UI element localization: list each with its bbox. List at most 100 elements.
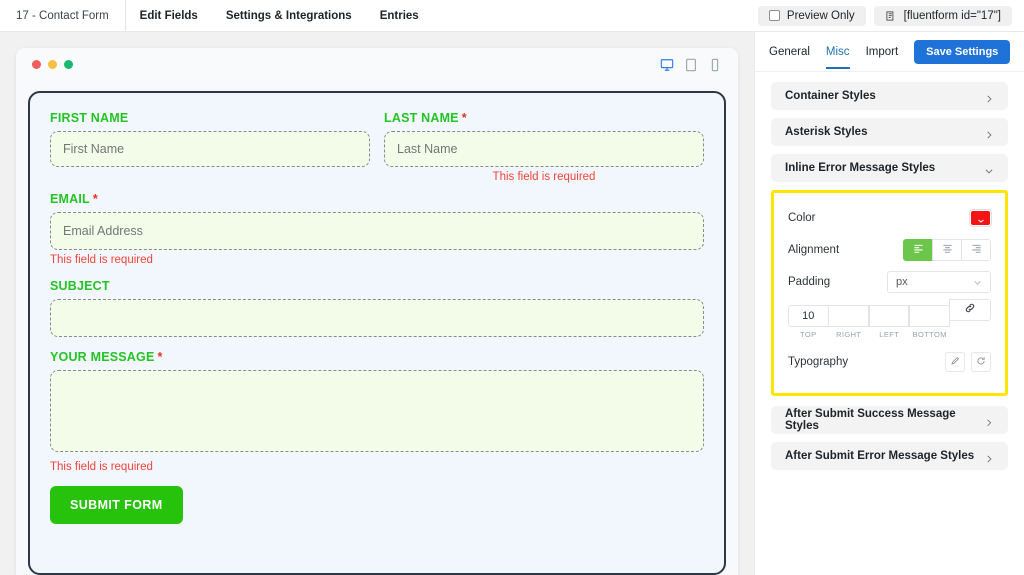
form-title: 17 - Contact Form — [0, 0, 126, 31]
align-center-button[interactable] — [932, 239, 962, 261]
browser-canvas: FIRST NAME LAST NAME* This field is requ… — [16, 81, 738, 575]
label-last-name-text: LAST NAME — [384, 111, 459, 125]
tab-entries[interactable]: Entries — [366, 0, 433, 31]
padding-top-tag: TOP — [800, 330, 817, 339]
padding-bottom-input[interactable] — [909, 305, 950, 327]
top-nav: Edit Fields Settings & Integrations Entr… — [126, 0, 433, 31]
accordion-after-submit-success-message-styles[interactable]: After Submit Success Message Styles — [771, 406, 1008, 434]
label-subject: SUBJECT — [50, 279, 704, 293]
typography-label: Typography — [788, 356, 849, 368]
alignment-row: Alignment — [788, 235, 991, 265]
sidebar-tabs: General Misc Import Save Settings — [755, 32, 1024, 72]
typography-buttons — [945, 352, 991, 372]
padding-left-cell: LEFT — [868, 305, 910, 339]
error-message: This field is required — [50, 461, 153, 473]
field-subject: SUBJECT — [50, 279, 704, 337]
typography-edit-button[interactable] — [945, 352, 965, 372]
input-message[interactable] — [50, 370, 704, 452]
reset-icon — [976, 353, 986, 371]
label-first-name: FIRST NAME — [50, 111, 370, 125]
top-bar: 17 - Contact Form Edit Fields Settings &… — [0, 0, 1024, 32]
chevron-right-icon — [984, 91, 994, 103]
align-right-button[interactable] — [961, 239, 991, 261]
chevron-right-icon — [984, 415, 994, 427]
tab-import[interactable]: Import — [866, 34, 899, 69]
color-row: Color — [788, 203, 991, 233]
top-bar-actions: Preview Only [fluentform id="17"] — [757, 0, 1024, 31]
padding-bottom-tag: BOTTOM — [912, 330, 947, 339]
accordion-inline-error-message-styles-label: Inline Error Message Styles — [785, 162, 936, 174]
color-swatch[interactable] — [970, 210, 991, 226]
field-message: YOUR MESSAGE * This field is required — [50, 350, 704, 473]
required-asterisk: * — [461, 111, 467, 125]
accordion-asterisk-styles-label: Asterisk Styles — [785, 126, 868, 138]
browser-chrome — [16, 48, 738, 81]
pencil-icon — [950, 353, 960, 371]
padding-unit-select[interactable]: px — [887, 271, 991, 293]
contact-form-card: FIRST NAME LAST NAME* This field is requ… — [28, 91, 726, 575]
tab-edit-fields[interactable]: Edit Fields — [126, 0, 212, 31]
padding-unit-value: px — [896, 276, 908, 288]
label-first-name-text: FIRST NAME — [50, 111, 129, 125]
desktop-icon[interactable] — [660, 58, 674, 72]
padding-row: Padding px — [788, 267, 991, 297]
shortcode-text: [fluentform id="17"] — [903, 9, 1001, 22]
chevron-right-icon — [984, 451, 994, 463]
padding-top-input[interactable] — [788, 305, 829, 327]
label-email-text: EMAIL — [50, 192, 90, 206]
mobile-icon[interactable] — [708, 58, 722, 72]
label-email: EMAIL * — [50, 192, 704, 206]
padding-link-button[interactable] — [949, 299, 991, 321]
preview-only-toggle[interactable]: Preview Only — [757, 5, 866, 26]
submit-form-button[interactable]: SUBMIT FORM — [50, 486, 183, 524]
chevron-right-icon — [984, 127, 994, 139]
required-asterisk: * — [157, 350, 163, 364]
body-wrapper: FIRST NAME LAST NAME* This field is requ… — [0, 32, 1024, 575]
padding-left-input[interactable] — [868, 305, 909, 327]
padding-label: Padding — [788, 276, 831, 288]
preview-browser-window: FIRST NAME LAST NAME* This field is requ… — [16, 48, 738, 575]
input-subject[interactable] — [50, 299, 704, 337]
accordion-container-styles[interactable]: Container Styles — [771, 82, 1008, 110]
copy-icon — [885, 10, 897, 22]
settings-sidebar: General Misc Import Save Settings Contai… — [754, 32, 1024, 575]
preview-only-checkbox[interactable] — [768, 10, 780, 21]
alignment-label: Alignment — [788, 244, 840, 256]
padding-right-cell: RIGHT — [828, 305, 870, 339]
padding-top-cell: TOP — [788, 305, 829, 339]
tab-misc[interactable]: Misc — [825, 34, 850, 69]
save-settings-button[interactable]: Save Settings — [914, 39, 1011, 64]
accordion-inline-error-message-styles[interactable]: Inline Error Message Styles — [771, 154, 1008, 182]
required-asterisk: * — [92, 192, 98, 206]
tablet-icon[interactable] — [684, 58, 698, 72]
accordion-asterisk-styles[interactable]: Asterisk Styles — [771, 118, 1008, 146]
form-preview-area: FIRST NAME LAST NAME* This field is requ… — [0, 32, 754, 575]
tab-settings-integrations[interactable]: Settings & Integrations — [212, 0, 366, 31]
input-first-name[interactable] — [50, 131, 370, 167]
chevron-down-icon — [973, 278, 982, 287]
label-message: YOUR MESSAGE * — [50, 350, 704, 364]
field-last-name: LAST NAME* This field is required — [384, 111, 704, 183]
align-left-icon — [913, 241, 924, 259]
padding-right-input[interactable] — [828, 305, 869, 327]
window-dot-minimize — [48, 60, 57, 69]
label-message-text: YOUR MESSAGE — [50, 350, 155, 364]
app-root: 17 - Contact Form Edit Fields Settings &… — [0, 0, 1024, 575]
shortcode-copy-button[interactable]: [fluentform id="17"] — [873, 5, 1012, 26]
device-switcher — [660, 58, 722, 72]
accordion-after-submit-error-message-styles[interactable]: After Submit Error Message Styles — [771, 442, 1008, 470]
padding-left-tag: LEFT — [879, 330, 900, 339]
typography-row: Typography — [788, 347, 991, 377]
window-dot-maximize — [64, 60, 73, 69]
typography-reset-button[interactable] — [971, 352, 991, 372]
accordion-after-submit-error-label: After Submit Error Message Styles — [785, 450, 975, 462]
error-last-name: This field is required — [492, 171, 596, 183]
align-left-button[interactable] — [903, 239, 933, 261]
name-row: FIRST NAME LAST NAME* This field is requ… — [50, 111, 704, 183]
align-right-icon — [971, 241, 982, 259]
label-subject-text: SUBJECT — [50, 279, 110, 293]
input-email[interactable] — [50, 212, 704, 250]
accordion-after-submit-success-label: After Submit Success Message Styles — [785, 408, 956, 432]
input-last-name[interactable] — [384, 131, 704, 167]
tab-general[interactable]: General — [769, 34, 810, 69]
